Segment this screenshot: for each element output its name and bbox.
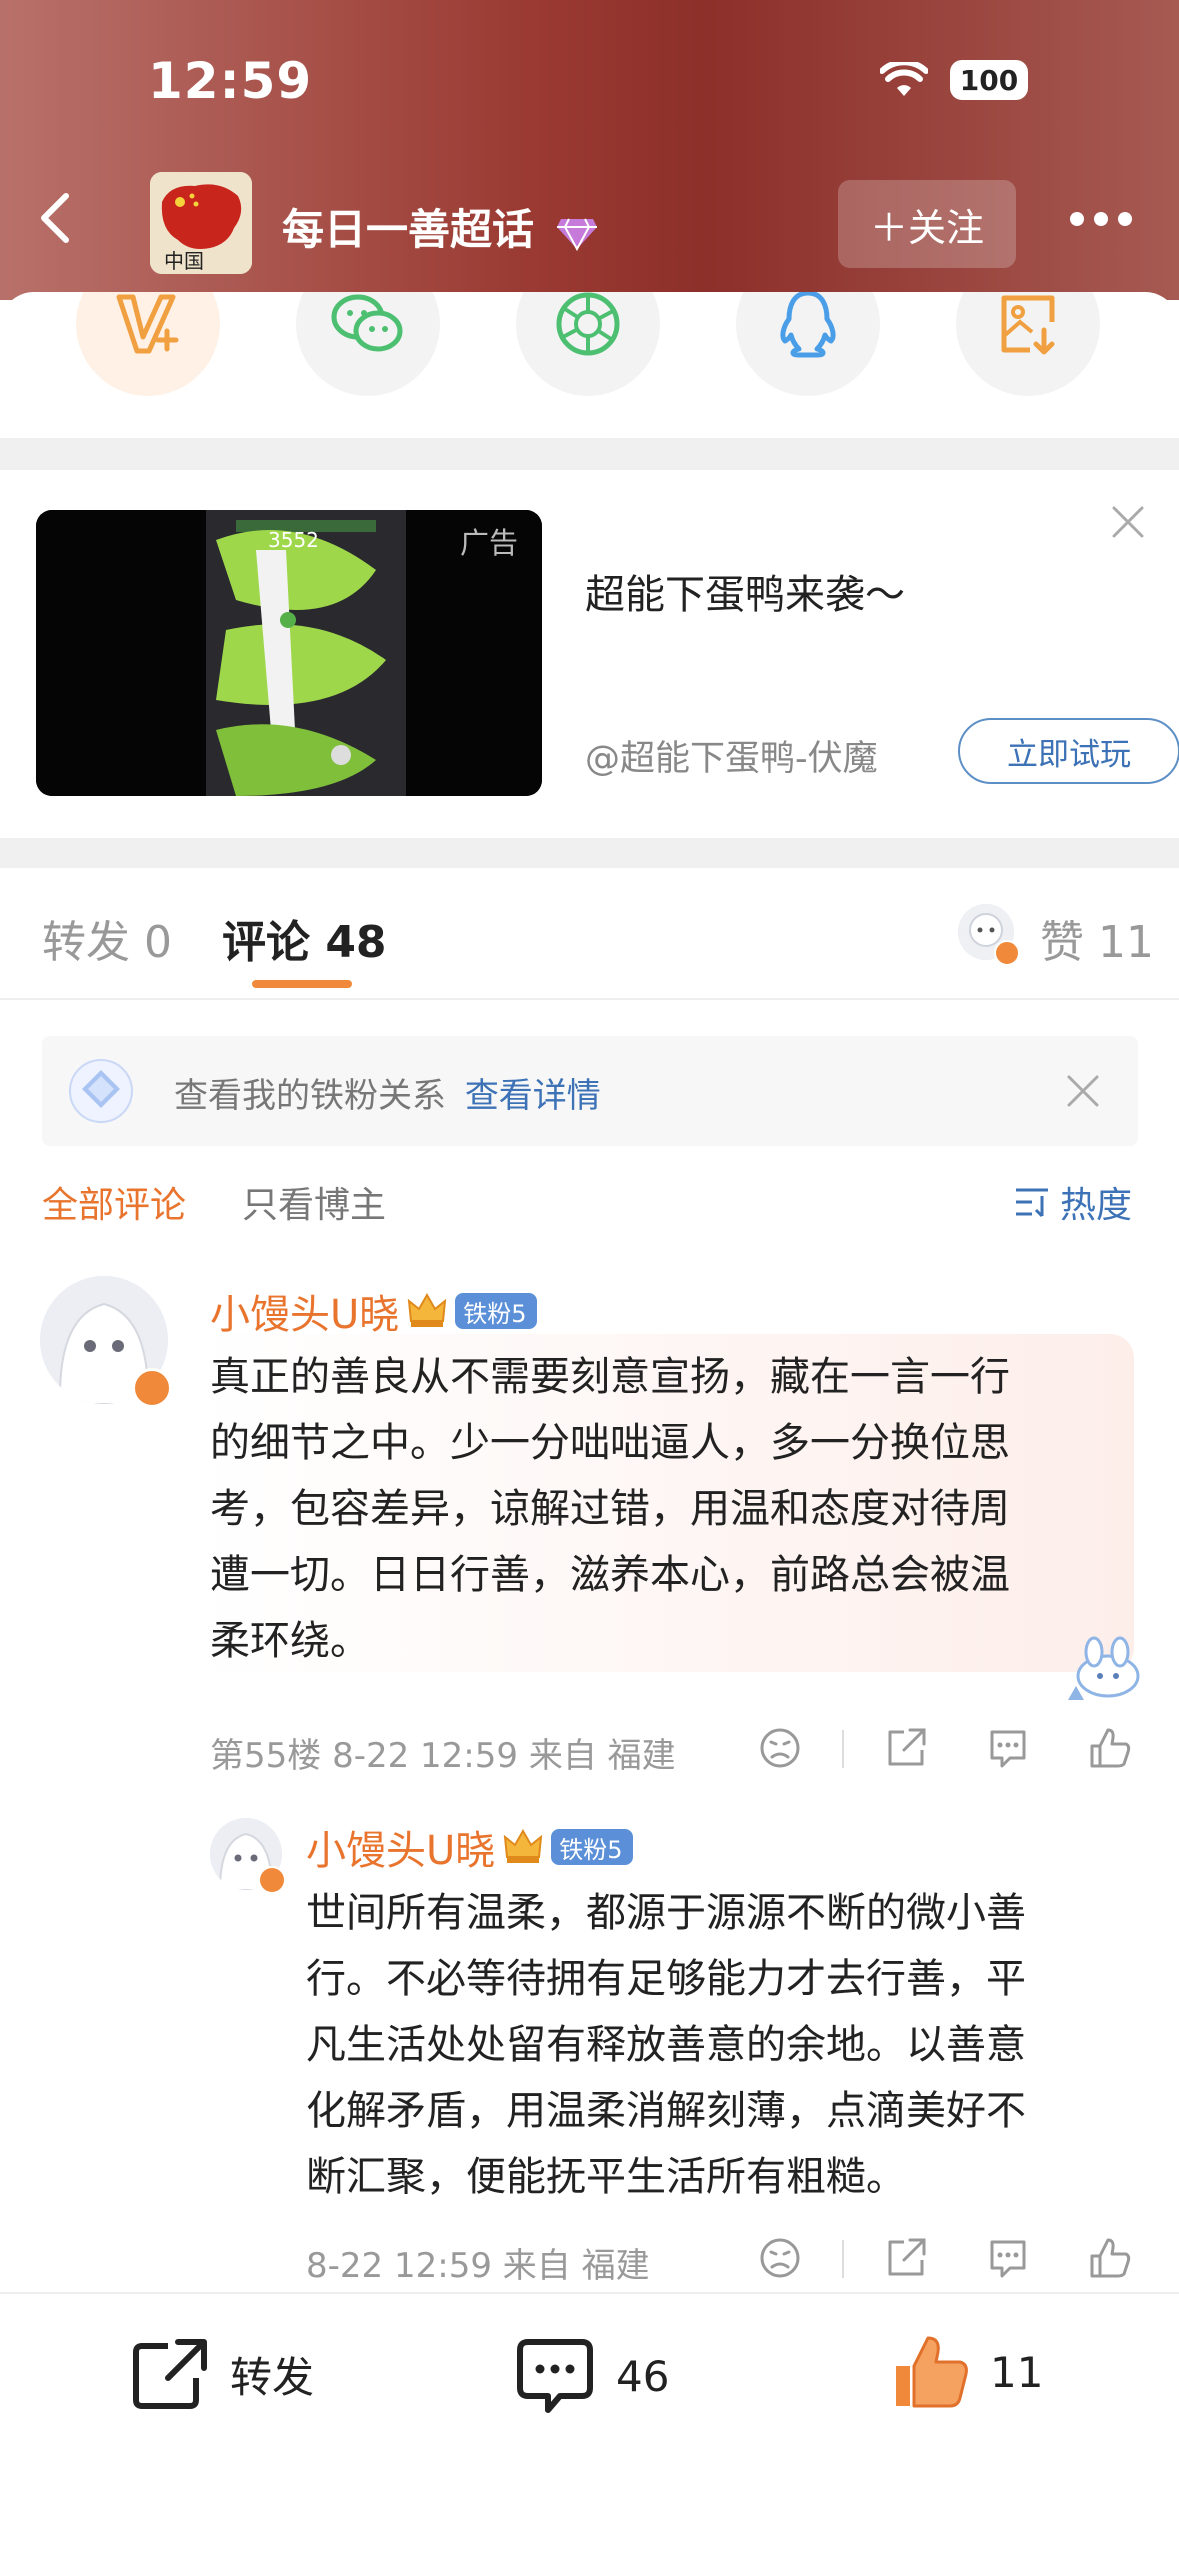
sort-hot-button[interactable]: 热度: [1012, 1176, 1132, 1228]
vplus-icon: [116, 294, 179, 354]
tabs-divider: [0, 998, 1179, 1000]
crown-icon: [408, 1293, 447, 1327]
reply-icon[interactable]: [986, 1726, 1030, 1770]
divider: [842, 2240, 844, 2278]
comment-button[interactable]: 46: [516, 2338, 669, 2414]
fans-banner[interactable]: 查看我的铁粉关系 查看详情: [42, 1036, 1138, 1146]
svg-text:中国: 中国: [164, 249, 204, 273]
share-save-image-button[interactable]: [956, 292, 1100, 396]
ad-image[interactable]: 3552 广告: [36, 510, 542, 796]
diamond-icon: [556, 218, 597, 251]
wechat-icon: [331, 294, 403, 352]
comment-username[interactable]: 小馒头U晓: [210, 1282, 399, 1340]
like-icon[interactable]: [1088, 2236, 1132, 2280]
page-title: 每日一善超话: [282, 196, 599, 257]
verified-badge-icon: [258, 1866, 286, 1894]
topic-avatar[interactable]: 中国: [150, 172, 252, 274]
thumbs-up-icon: [896, 2336, 968, 2408]
share-vplus-button[interactable]: [76, 292, 220, 396]
save-image-icon: [1001, 295, 1055, 355]
back-button[interactable]: [30, 190, 86, 246]
comment-meta: 8-22 12:59 来自 福建: [306, 2246, 650, 2286]
share-qq-button[interactable]: [736, 292, 880, 396]
ad-source[interactable]: @超能下蛋鸭-伏魔: [585, 730, 878, 781]
share-panel: [0, 292, 1179, 438]
fans-detail-link[interactable]: 查看详情: [465, 1076, 601, 1116]
filter-author-only[interactable]: 只看博主: [242, 1176, 386, 1228]
share-wechat-button[interactable]: [296, 292, 440, 396]
section-gap: [0, 438, 1179, 470]
comment-meta: 第55楼 8-22 12:59 来自 福建: [210, 1736, 676, 1776]
tab-repost[interactable]: 转发 0: [42, 906, 172, 970]
tab-indicator: [252, 980, 352, 988]
chevron-left-icon: [41, 193, 69, 243]
comment-text: 世间所有温柔，都源于源源不断的微小善 行。不必等待拥有足够能力才去行善，平 凡生…: [306, 1890, 1026, 2200]
sort-icon: [1016, 1188, 1048, 1218]
reply-icon[interactable]: [986, 2236, 1030, 2280]
unhappy-face-icon[interactable]: [758, 1726, 802, 1770]
china-map-icon: 中国: [150, 172, 252, 274]
fan-level-badge: 铁粉5: [455, 1293, 537, 1329]
tab-comment[interactable]: 评论 48: [222, 906, 387, 970]
repost-icon: [133, 2339, 207, 2409]
qq-icon: [780, 292, 836, 358]
fan-level-badge: 铁粉5: [551, 1829, 633, 1865]
follow-button[interactable]: ＋关注: [838, 180, 1016, 268]
repost-button[interactable]: 转发: [132, 2338, 314, 2410]
divider: [842, 1730, 844, 1768]
filter-all-comments[interactable]: 全部评论: [42, 1176, 186, 1228]
fans-banner-text: 查看我的铁粉关系: [174, 1076, 446, 1116]
like-icon[interactable]: [1088, 1726, 1132, 1770]
moments-icon: [556, 292, 620, 356]
verified-badge-icon: [132, 1368, 172, 1408]
unhappy-face-icon[interactable]: [758, 2236, 802, 2280]
comment-username[interactable]: 小馒头U晓: [306, 1818, 495, 1876]
bunny-sticker-icon: [1068, 1636, 1140, 1700]
ad-tag: 广告: [460, 526, 519, 560]
ad-try-button[interactable]: 立即试玩: [958, 718, 1179, 784]
more-options-button[interactable]: [1070, 212, 1132, 226]
status-icons: 100: [880, 60, 1028, 100]
close-icon[interactable]: [1064, 1072, 1102, 1110]
wifi-icon: [880, 62, 928, 96]
comment-icon: [517, 2339, 593, 2413]
ad-title[interactable]: 超能下蛋鸭来袭～: [585, 562, 905, 620]
crown-icon: [504, 1829, 543, 1863]
comment-text: 真正的善良从不需要刻意宣扬，藏在一言一行 的细节之中。少一分咄咄逼人，多一分换位…: [210, 1354, 1010, 1664]
fans-diamond-icon: [69, 1059, 133, 1123]
share-moments-button[interactable]: [516, 292, 660, 396]
share-icon[interactable]: [884, 2236, 928, 2280]
close-icon: [1112, 506, 1144, 538]
section-gap-2: [0, 838, 1179, 868]
bottom-action-bar: 转发 46 11: [0, 2292, 1179, 2558]
status-time: 12:59: [148, 52, 313, 110]
game-score: 3552: [268, 528, 319, 552]
tab-like[interactable]: 赞 11: [1040, 906, 1154, 970]
share-icon[interactable]: [884, 1726, 928, 1770]
like-button[interactable]: 11: [890, 2332, 1043, 2412]
verified-badge-icon: [994, 940, 1020, 966]
battery-indicator: 100: [950, 60, 1028, 100]
ad-close-button[interactable]: [1108, 502, 1148, 546]
